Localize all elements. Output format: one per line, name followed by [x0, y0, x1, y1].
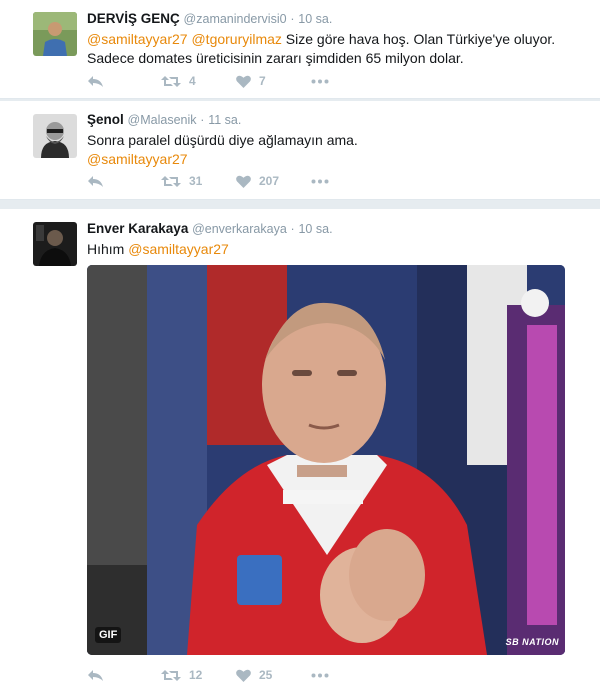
author-name[interactable]: DERVİŞ GENÇ — [87, 11, 180, 26]
author-handle[interactable]: @enverkarakaya — [192, 222, 287, 236]
mention-link[interactable]: @samiltayyar27 — [128, 241, 229, 257]
tweet-body: Hıhım — [87, 241, 129, 257]
more-icon — [311, 79, 329, 83]
mention-link[interactable]: @samiltayyar27 — [87, 151, 188, 167]
tweet-text: Hıhım @samiltayyar27 — [87, 240, 580, 259]
tweet-actions: 12 25 — [87, 665, 329, 685]
more-button[interactable] — [311, 79, 329, 84]
retweet-button[interactable]: 12 — [161, 668, 236, 682]
more-button[interactable] — [311, 673, 329, 678]
reply-button[interactable] — [87, 75, 161, 88]
like-icon — [236, 75, 251, 88]
tweet-actions: 4 7 — [87, 71, 329, 91]
avatar[interactable] — [33, 114, 77, 158]
tweet-text: Sonra paralel düşürdü diye ağlamayın ama… — [87, 131, 580, 169]
separator: · — [290, 222, 295, 236]
reply-icon — [88, 669, 103, 681]
like-count: 25 — [259, 668, 273, 682]
like-button[interactable]: 25 — [236, 668, 311, 682]
retweet-count: 31 — [189, 174, 203, 188]
reply-icon — [88, 175, 103, 187]
retweet-icon — [161, 75, 181, 87]
retweet-count: 4 — [189, 74, 196, 88]
tweet-3[interactable]: Enver Karakaya @enverkarakaya · 10 sa. H… — [0, 209, 600, 691]
tweet-body: Sonra paralel düşürdü diye ağlamayın ama… — [87, 132, 358, 148]
timestamp[interactable]: 10 sa. — [298, 12, 332, 26]
gif-image — [87, 265, 565, 655]
tweet-1[interactable]: DERVİŞ GENÇ @zamanindervisi0 · 10 sa. @s… — [0, 0, 600, 99]
author-name[interactable]: Şenol — [87, 112, 124, 127]
retweet-icon — [161, 175, 181, 187]
reply-button[interactable] — [87, 175, 161, 188]
like-count: 7 — [259, 74, 266, 88]
more-icon — [311, 673, 329, 677]
timestamp[interactable]: 11 sa. — [208, 113, 241, 127]
gif-media[interactable]: GIF SB NATION — [87, 265, 565, 655]
author-name[interactable]: Enver Karakaya — [87, 221, 188, 236]
mention-link[interactable]: @samiltayyar27 — [87, 31, 188, 47]
retweet-button[interactable]: 4 — [161, 74, 236, 88]
like-icon — [236, 669, 251, 682]
retweet-count: 12 — [189, 668, 203, 682]
tweet-2[interactable]: Şenol @Malasenik · 11 sa. Sonra paralel … — [0, 101, 600, 200]
reply-icon — [88, 75, 103, 87]
author-handle[interactable]: @Malasenik — [128, 113, 197, 127]
gif-badge: GIF — [95, 627, 122, 643]
like-button[interactable]: 207 — [236, 174, 311, 188]
avatar[interactable] — [33, 12, 77, 56]
timestamp[interactable]: 10 sa. — [298, 222, 332, 236]
mention-link[interactable]: @tgoruryilmaz — [191, 31, 281, 47]
like-icon — [236, 175, 251, 188]
separator: · — [290, 12, 295, 26]
more-button[interactable] — [311, 179, 329, 184]
like-count: 207 — [259, 174, 280, 188]
like-button[interactable]: 7 — [236, 74, 311, 88]
retweet-button[interactable]: 31 — [161, 174, 236, 188]
media-watermark: SB NATION — [505, 637, 559, 647]
retweet-icon — [161, 669, 181, 681]
avatar[interactable] — [33, 222, 77, 266]
reply-button[interactable] — [87, 669, 161, 682]
author-handle[interactable]: @zamanindervisi0 — [184, 12, 287, 26]
more-icon — [311, 179, 329, 183]
separator: · — [200, 113, 205, 127]
tweet-text: @samiltayyar27 @tgoruryilmaz Size göre h… — [87, 30, 580, 68]
tweet-actions: 31 207 — [87, 171, 329, 191]
